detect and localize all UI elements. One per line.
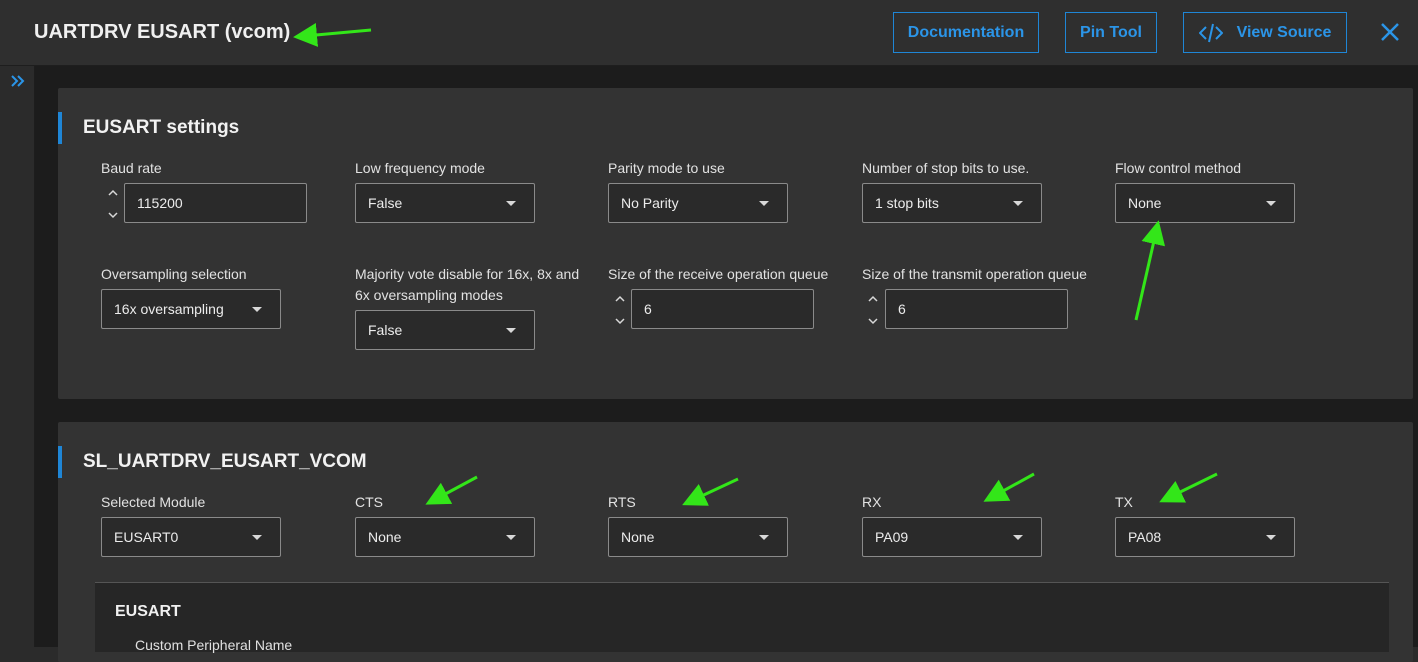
caret-down-icon — [1266, 201, 1276, 206]
low-frequency-mode-select[interactable]: False — [355, 183, 535, 223]
caret-down-icon — [506, 535, 516, 540]
selected-module-value: EUSART0 — [114, 529, 179, 545]
caret-down-icon — [506, 201, 516, 206]
oversampling-select[interactable]: 16x oversampling — [101, 289, 281, 329]
majority-vote-value: False — [368, 322, 403, 338]
tx-value: PA08 — [1128, 529, 1162, 545]
eusart-settings-card: EUSART settings — [58, 88, 1413, 399]
rx-label: RX — [862, 494, 882, 510]
caret-down-icon — [1266, 535, 1276, 540]
rts-value: None — [621, 529, 655, 545]
flow-control-value: None — [1128, 195, 1162, 211]
caret-down-icon — [252, 535, 262, 540]
majority-vote-label-line2: 6x oversampling modes — [355, 287, 503, 303]
tx-label: TX — [1115, 494, 1133, 510]
selected-module-select[interactable]: EUSART0 — [101, 517, 281, 557]
caret-down-icon — [506, 328, 516, 333]
view-source-button[interactable]: View Source — [1183, 12, 1347, 53]
eusart-settings-title: EUSART settings — [58, 112, 239, 144]
rts-label: RTS — [608, 494, 636, 510]
stop-bits-value: 1 stop bits — [875, 195, 939, 211]
page-header: UARTDRV EUSART (vcom) Documentation Pin … — [0, 0, 1418, 66]
flow-control-select[interactable]: None — [1115, 183, 1295, 223]
majority-vote-select[interactable]: False — [355, 310, 535, 350]
low-frequency-mode-value: False — [368, 195, 403, 211]
rts-select[interactable]: None — [608, 517, 788, 557]
pin-tool-button[interactable]: Pin Tool — [1065, 12, 1157, 53]
documentation-button-label: Documentation — [907, 23, 1025, 41]
parity-mode-value: No Parity — [621, 195, 679, 211]
selected-module-label: Selected Module — [101, 494, 206, 510]
tx-queue-stepper[interactable] — [866, 289, 880, 329]
cts-label: CTS — [355, 494, 383, 510]
tx-queue-label: Size of the transmit operation queue — [862, 266, 1087, 282]
stop-bits-select[interactable]: 1 stop bits — [862, 183, 1042, 223]
caret-down-icon — [1013, 201, 1023, 206]
page-title: UARTDRV EUSART (vcom) — [34, 21, 291, 43]
stop-bits-label: Number of stop bits to use. — [862, 160, 1030, 176]
tx-select[interactable]: PA08 — [1115, 517, 1295, 557]
code-icon — [1198, 22, 1223, 44]
oversampling-value: 16x oversampling — [114, 301, 224, 317]
rx-queue-input[interactable]: 6 — [631, 289, 814, 329]
tx-queue-value: 6 — [898, 301, 906, 317]
caret-down-icon — [252, 307, 262, 312]
custom-peripheral-name-label: Custom Peripheral Name — [135, 637, 293, 653]
vcom-title: SL_UARTDRV_EUSART_VCOM — [58, 446, 367, 478]
eusart-subpanel-title: EUSART — [115, 603, 181, 620]
documentation-button[interactable]: Documentation — [893, 12, 1039, 53]
caret-down-icon — [759, 535, 769, 540]
close-icon[interactable] — [1376, 18, 1404, 46]
baud-rate-stepper[interactable] — [106, 183, 120, 223]
pin-tool-button-label: Pin Tool — [1080, 23, 1142, 41]
parity-mode-label: Parity mode to use — [608, 160, 725, 176]
double-chevron-right-icon[interactable] — [10, 74, 26, 88]
view-source-button-label: View Source — [1236, 23, 1332, 41]
baud-rate-value: 115200 — [137, 195, 183, 211]
sidebar-collapsed — [0, 66, 35, 647]
caret-down-icon — [1013, 535, 1023, 540]
parity-mode-select[interactable]: No Parity — [608, 183, 788, 223]
flow-control-label: Flow control method — [1115, 160, 1242, 176]
rx-select[interactable]: PA09 — [862, 517, 1042, 557]
majority-vote-label-line1: Majority vote disable for 16x, 8x and — [355, 266, 580, 282]
eusart-subpanel: EUSART Custom Peripheral Name — [95, 582, 1389, 653]
baud-rate-input[interactable]: 115200 — [124, 183, 307, 223]
rx-queue-stepper[interactable] — [613, 289, 627, 329]
tx-queue-input[interactable]: 6 — [885, 289, 1068, 329]
oversampling-label: Oversampling selection — [101, 266, 247, 282]
baud-rate-label: Baud rate — [101, 160, 162, 176]
rx-queue-label: Size of the receive operation queue — [608, 266, 829, 282]
cts-value: None — [368, 529, 402, 545]
rx-value: PA09 — [875, 529, 909, 545]
cts-select[interactable]: None — [355, 517, 535, 557]
low-frequency-mode-label: Low frequency mode — [355, 160, 485, 176]
caret-down-icon — [759, 201, 769, 206]
rx-queue-value: 6 — [644, 301, 652, 317]
